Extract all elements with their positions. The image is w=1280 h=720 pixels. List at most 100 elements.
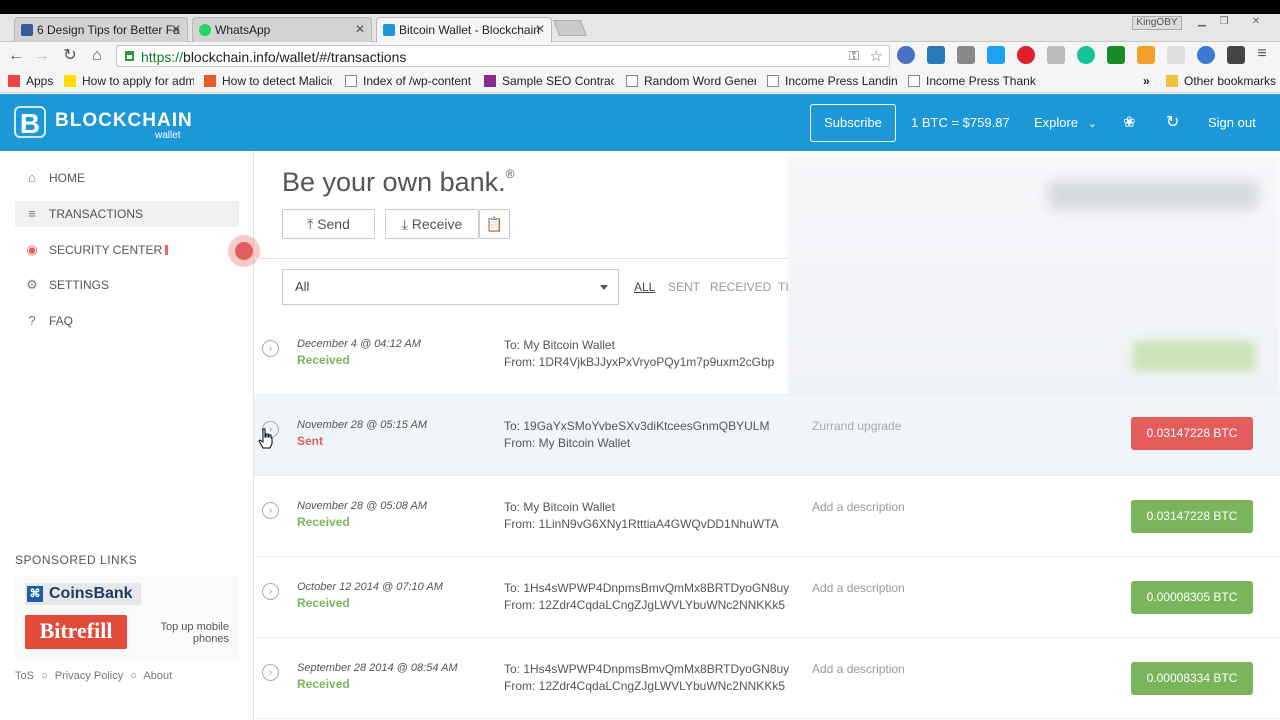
new-tab-button[interactable] [553,20,587,36]
logo-subtitle: wallet [155,130,181,141]
bookmark-item[interactable]: Sample SEO Contract [484,74,614,88]
menu-icon[interactable]: ≡ [1255,46,1269,64]
bookmark-label: Income Press Landing [785,74,897,88]
chevron-right-icon[interactable]: › [262,340,279,357]
grammarly-icon[interactable] [1077,46,1095,64]
browser-tab-blockchain[interactable]: Bitcoin Wallet - Blockchain ✕ [376,17,552,43]
upload-icon: ⤒ [307,216,314,232]
back-icon[interactable]: ← [6,46,26,66]
forward-icon[interactable]: → [32,46,52,66]
sidebar-item-home[interactable]: ⌂ HOME [15,165,239,191]
apps-icon [8,75,20,87]
extension-icon[interactable] [1227,46,1245,64]
title-text: Be your own bank. [282,167,506,197]
extension-icon[interactable] [1197,46,1215,64]
transaction-row[interactable]: › October 12 2014 @ 07:10 AM Received To… [254,557,1280,638]
close-icon[interactable]: ✕ [171,22,181,36]
filter-tab-all[interactable]: ALL [634,280,655,294]
home-icon[interactable]: ⌂ [87,46,107,66]
send-button[interactable]: ⤒ Send [282,209,375,239]
pocket-icon[interactable] [1017,46,1035,64]
sidebar-item-faq[interactable]: ? FAQ [15,308,239,334]
app-header: B BLOCKCHAIN wallet Subscribe 1 BTC = $7… [0,94,1280,151]
explore-label: Explore [1034,115,1079,130]
filter-tab-sent[interactable]: SENT [668,280,700,294]
bookmark-item[interactable]: Income Press Landing [767,74,897,88]
sidebar-item-label: FAQ [49,314,74,328]
transaction-status: Received [297,677,350,691]
star-icon[interactable]: ☆ [870,47,883,65]
sidebar-item-label: SETTINGS [49,278,110,292]
filter-tab-received[interactable]: RECEIVED [710,280,771,294]
transaction-row[interactable]: › November 28 @ 05:08 AM Received To: My… [254,476,1280,557]
extension-icon[interactable] [927,46,945,64]
sidebar-item-security-center[interactable]: ◉ SECURITY CENTER [15,237,239,263]
btc-rate[interactable]: 1 BTC = $759.87 [911,115,1010,130]
bookmark-item[interactable]: How to detect Malicio [204,74,332,88]
reload-icon[interactable]: ↻ [60,46,80,66]
twitter-icon[interactable] [987,46,1005,64]
url-input[interactable]: https://blockchain.info/wallet/#/transac… [116,45,890,67]
more-bookmarks-icon[interactable]: » [1143,74,1157,88]
transaction-status: Sent [297,434,324,448]
extension-icon[interactable] [1107,46,1125,64]
window-close-icon[interactable]: ✕ [1248,16,1264,30]
transaction-description[interactable]: Add a description [812,500,905,514]
bookmark-item[interactable]: Random Word Gener [626,74,756,88]
bookmark-label: Income Press Thank Y [926,74,1036,88]
explore-menu[interactable]: Explore ⌄ [1034,115,1097,130]
page-icon [345,75,357,87]
close-icon[interactable]: ✕ [355,22,365,36]
transaction-amount[interactable]: 0.03147228 BTC [1131,417,1253,450]
transaction-amount[interactable]: 0.00008334 BTC [1131,662,1253,695]
sidebar-item-transactions[interactable]: ≡ TRANSACTIONS [15,201,239,227]
coinsbank-ad[interactable]: ⌘ CoinsBank [25,583,141,605]
tos-link[interactable]: ToS [15,670,34,682]
bookmark-item[interactable]: Index of /wp-content [345,74,471,88]
topup-text[interactable]: Top up mobile phones [143,621,230,645]
extension-icon[interactable] [1167,46,1185,64]
extension-icon[interactable] [897,46,915,64]
filter-tab-transfer[interactable]: TI [778,280,789,294]
key-icon[interactable]: ⚿ [849,48,859,64]
sign-out-link[interactable]: Sign out [1208,115,1256,130]
about-link[interactable]: About [143,670,172,682]
sidebar-item-settings[interactable]: ⚙ SETTINGS [15,272,239,298]
chevron-right-icon[interactable]: › [262,583,279,600]
clipboard-button[interactable]: 📋 [479,209,510,239]
transaction-row[interactable]: › December 4 @ 04:12 AM Received To: My … [254,314,1280,395]
subscribe-button[interactable]: Subscribe [810,104,896,142]
transaction-row[interactable]: › September 28 2014 @ 08:54 AM Received … [254,638,1280,719]
bookmark-item[interactable]: How to apply for adm [64,74,194,88]
privacy-link[interactable]: Privacy Policy [55,670,123,682]
chevron-right-icon[interactable]: › [262,502,279,519]
refresh-icon[interactable]: ↻ [1166,112,1179,132]
transaction-description[interactable]: Add a description [812,662,905,676]
extension-icon[interactable] [957,46,975,64]
browser-tab-facebook[interactable]: 6 Design Tips for Better Fa ✕ [14,17,188,42]
receive-button[interactable]: ⤓ Receive [385,209,479,239]
transaction-amount[interactable]: 0.03147228 BTC [1131,500,1253,533]
gift-icon[interactable]: ❀ [1123,113,1136,131]
transaction-description[interactable]: Add a description [812,581,905,595]
extension-icon[interactable] [1137,46,1155,64]
window-user-badge[interactable]: KingOBY [1132,16,1182,30]
browser-tab-whatsapp[interactable]: WhatsApp ✕ [192,17,372,42]
wallet-filter-select[interactable]: All [282,269,619,305]
extension-icon[interactable] [1047,46,1065,64]
transaction-description[interactable]: Zurrand upgrade [812,419,901,433]
maximize-icon[interactable]: ❐ [1216,16,1232,30]
bookmark-item[interactable]: Income Press Thank Y [908,74,1036,88]
bookmark-apps[interactable]: Apps [8,74,60,88]
blockchain-logo-icon[interactable]: B [14,106,46,139]
chevron-down-icon: ⌄ [1087,118,1097,130]
minimize-icon[interactable]: ▁ [1194,16,1210,30]
list-icon: ≡ [28,206,36,221]
transaction-amount[interactable]: 0.00008305 BTC [1131,581,1253,614]
chevron-right-icon[interactable]: › [262,664,279,681]
bitrefill-ad[interactable]: Bitrefill [25,615,127,649]
close-icon[interactable]: ✕ [535,22,545,36]
other-bookmarks[interactable]: Other bookmarks [1166,74,1278,88]
transaction-row[interactable]: › November 28 @ 05:15 AM Sent To: 19GaYx… [254,395,1280,476]
page-icon [204,75,216,87]
